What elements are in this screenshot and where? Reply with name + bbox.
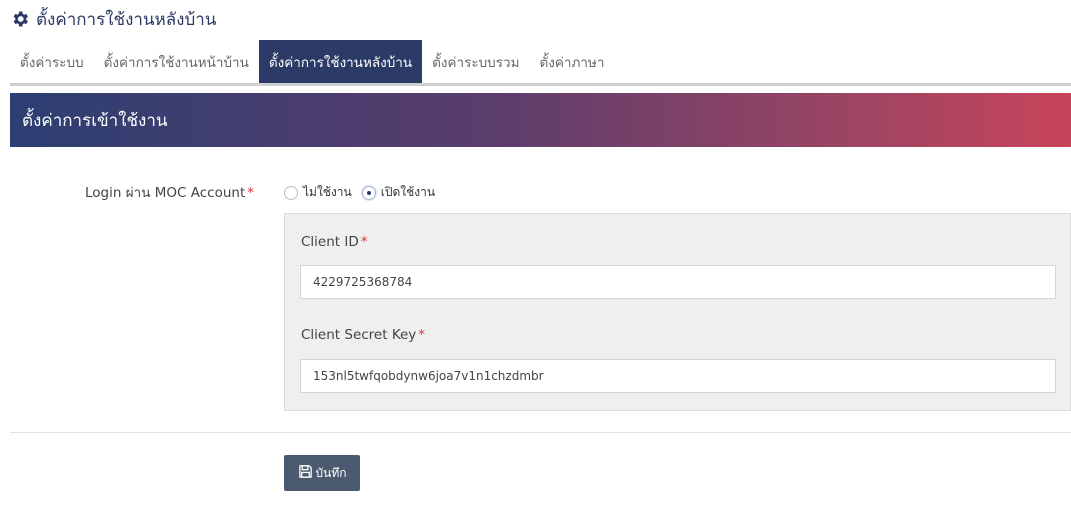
tab-system-settings[interactable]: ตั้งค่าระบบ (10, 40, 94, 84)
login-moc-radio-group: ไม่ใช้งาน เปิดใช้งาน (284, 183, 435, 202)
settings-tabs: ตั้งค่าระบบ ตั้งค่าการใช้งานหน้าบ้าน ตั้… (10, 40, 1071, 84)
tab-frontend-settings[interactable]: ตั้งค่าการใช้งานหน้าบ้าน (94, 40, 259, 84)
radio-enabled-label: เปิดใช้งาน (380, 185, 436, 199)
tab-general-settings[interactable]: ตั้งค่าระบบรวม (422, 40, 529, 84)
login-moc-label: Login ผ่าน MOC Account * (85, 181, 254, 203)
client-secret-label-text: Client Secret Key (301, 327, 417, 343)
tab-underline (10, 83, 1071, 86)
page-title: ตั้งค่าการใช้งานหลังบ้าน (10, 6, 216, 32)
client-secret-input[interactable]: 153nl5twfqobdynw6joa7v1n1chzdmbr (300, 359, 1056, 393)
radio-option-enabled[interactable]: เปิดใช้งาน (361, 183, 436, 202)
section-title: ตั้งค่าการเข้าใช้งาน (22, 110, 168, 131)
client-id-input[interactable]: 4229725368784 (300, 265, 1056, 299)
save-button-label: บันทึก (315, 465, 347, 480)
radio-enabled[interactable] (361, 185, 376, 200)
login-moc-label-text: Login ผ่าน MOC Account (85, 185, 246, 201)
client-id-label: Client ID * (301, 234, 368, 250)
moc-credentials-panel: Client ID * 4229725368784 Client Secret K… (284, 213, 1071, 411)
radio-option-disabled[interactable]: ไม่ใช้งาน (284, 183, 352, 202)
form-divider (10, 432, 1071, 433)
tab-language-settings[interactable]: ตั้งค่าภาษา (529, 40, 614, 84)
radio-disabled[interactable] (284, 185, 298, 200)
client-id-label-text: Client ID (301, 234, 359, 250)
floppy-disk-icon (298, 464, 313, 482)
required-mark: * (247, 185, 254, 201)
page-title-text: ตั้งค่าการใช้งานหลังบ้าน (36, 9, 217, 30)
required-mark: * (418, 327, 426, 343)
tab-backend-settings[interactable]: ตั้งค่าการใช้งานหลังบ้าน (258, 40, 423, 84)
save-button[interactable]: บันทึก (284, 455, 360, 491)
client-secret-label: Client Secret Key * (301, 327, 425, 343)
gear-icon (10, 9, 30, 29)
required-mark: * (360, 234, 368, 250)
section-header: ตั้งค่าการเข้าใช้งาน (10, 93, 1071, 147)
radio-disabled-label: ไม่ใช้งาน (303, 185, 352, 199)
